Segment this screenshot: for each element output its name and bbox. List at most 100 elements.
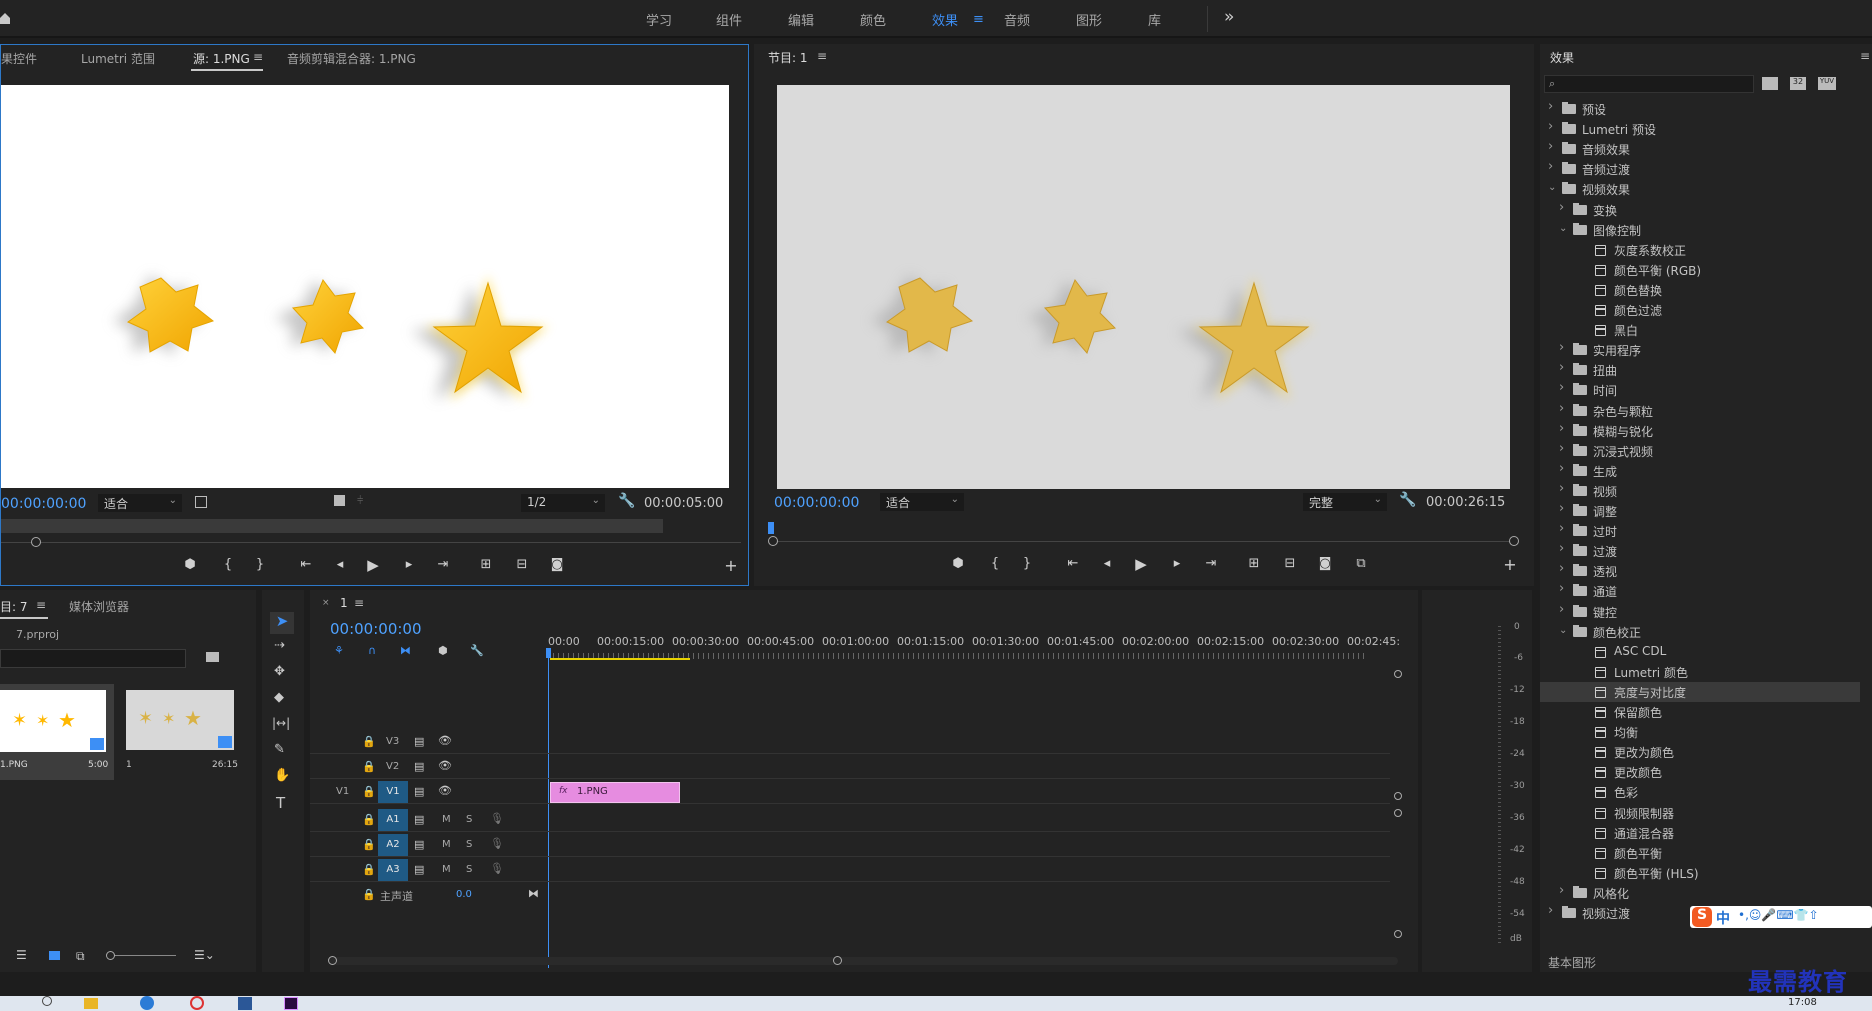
lock-icon[interactable]: 🔒 (362, 813, 376, 826)
program-timecode[interactable]: 00:00:00:00 (774, 495, 859, 511)
source-scrub-bar[interactable] (1, 519, 663, 533)
hand-tool-icon[interactable]: ✋ (274, 768, 290, 783)
32bit-effects-icon[interactable]: 32 (1790, 77, 1806, 90)
mute-button[interactable]: M (442, 864, 451, 875)
chevron-right-icon[interactable]: › (1559, 441, 1564, 456)
effects-tree-item[interactable]: 黑白 (1540, 320, 1860, 340)
workspace-tab-editing[interactable]: 编辑 (788, 10, 814, 29)
timeline-zoom-bar[interactable] (328, 957, 1398, 965)
lock-icon[interactable]: 🔒 (362, 863, 376, 876)
workspace-tab-assembly[interactable]: 组件 (716, 10, 742, 29)
effects-tree-item[interactable]: › 杂色与颗粒 (1540, 401, 1860, 421)
step-forward-button[interactable]: ▸ (399, 557, 419, 572)
solo-button[interactable]: S (466, 864, 472, 875)
chevron-right-icon[interactable]: › (1559, 340, 1564, 355)
effects-tree-item[interactable]: › 模糊与锐化 (1540, 421, 1860, 441)
icon-view-icon[interactable] (49, 951, 60, 960)
effects-tree-item[interactable]: › 变换 (1540, 200, 1860, 220)
chevron-right-icon[interactable]: › (1548, 119, 1553, 134)
track-scroll-handle[interactable] (1394, 670, 1402, 678)
project-item-2[interactable]: ✶ ✶ ★ 1 26:15 (118, 684, 240, 780)
effects-tree-item[interactable]: 灰度系数校正 (1540, 240, 1860, 260)
effects-tree-item[interactable]: › 过渡 (1540, 541, 1860, 561)
track-target-a2[interactable]: A2 (378, 834, 408, 856)
zoom-handle-right[interactable] (833, 956, 842, 965)
workspace-tab-libraries[interactable]: 库 (1148, 10, 1161, 29)
panel-menu-icon[interactable]: ≡ (1860, 49, 1870, 63)
go-to-in-button[interactable]: ⇤ (296, 557, 316, 572)
workspace-tab-learn[interactable]: 学习 (646, 10, 672, 29)
home-icon[interactable] (0, 12, 10, 24)
search-icon[interactable] (42, 996, 52, 1006)
effects-tree-item[interactable]: 颜色平衡 (RGB) (1540, 260, 1860, 280)
work-area-bar[interactable] (550, 658, 690, 660)
chevron-right-icon[interactable]: › (1559, 581, 1564, 596)
go-to-end-icon[interactable]: ⧓ (528, 887, 539, 900)
sync-lock-icon[interactable]: ▤ (414, 735, 424, 748)
tab-project[interactable]: 目: 7 (0, 598, 28, 615)
eye-icon[interactable]: 👁 (438, 784, 452, 797)
wrench-icon[interactable]: 🔧 (470, 644, 484, 657)
mark-in-button[interactable]: { (218, 557, 238, 572)
nest-icon[interactable]: ⚘ (334, 644, 344, 657)
chevron-right-icon[interactable]: › (1559, 481, 1564, 496)
zoom-slider-handle[interactable] (106, 951, 115, 960)
timeline-timecode[interactable]: 00:00:00:00 (330, 620, 422, 638)
new-bin-icon[interactable] (206, 652, 219, 662)
effects-tree-item[interactable]: › 过时 (1540, 521, 1860, 541)
workspace-tab-audio[interactable]: 音频 (1004, 10, 1030, 29)
track-select-tool-icon[interactable]: ⇢ (274, 638, 285, 653)
program-fit-dropdown[interactable]: 适合 ⌄ (880, 493, 964, 511)
sync-lock-icon[interactable]: ▤ (414, 863, 424, 876)
chevron-right-icon[interactable]: › (1559, 200, 1564, 215)
play-button[interactable]: ▶ (363, 556, 383, 574)
zoom-handle-left[interactable] (31, 537, 41, 547)
chevron-right-icon[interactable]: › (1559, 561, 1564, 576)
effects-tree-item[interactable]: 颜色平衡 (HLS) (1540, 863, 1860, 883)
tab-media-browser[interactable]: 媒体浏览器 (69, 598, 129, 615)
ime-language[interactable]: 中 (1716, 908, 1730, 928)
chevron-right-icon[interactable]: › (1559, 501, 1564, 516)
comparison-view-button[interactable]: ⧉ (1351, 556, 1371, 571)
mute-button[interactable]: M (442, 814, 451, 825)
chevron-right-icon[interactable]: › (1559, 521, 1564, 536)
safe-margins-icon[interactable] (334, 495, 345, 506)
step-back-button[interactable]: ◂ (330, 557, 350, 572)
sync-lock-icon[interactable]: ▤ (414, 813, 424, 826)
track-target-a3[interactable]: A3 (378, 859, 408, 881)
mark-in-button[interactable]: { (985, 556, 1005, 571)
razor-tool-icon[interactable]: ◆ (274, 690, 284, 705)
solo-button[interactable]: S (466, 839, 472, 850)
go-to-in-button[interactable]: ⇤ (1063, 556, 1083, 571)
effects-tree-item[interactable]: ⌄ 图像控制 (1540, 220, 1860, 240)
extract-button[interactable]: ⊟ (1280, 556, 1300, 571)
effects-tree-item[interactable]: › 调整 (1540, 501, 1860, 521)
file-explorer-icon[interactable] (84, 998, 98, 1009)
effects-tree-item[interactable]: 均衡 (1540, 722, 1860, 742)
chevron-right-icon[interactable]: › (1559, 380, 1564, 395)
program-playhead[interactable] (768, 522, 774, 534)
effects-tree-item[interactable]: › 音频效果 (1540, 139, 1860, 159)
settings-icon[interactable] (195, 496, 207, 508)
panel-menu-icon[interactable]: ≡ (253, 50, 263, 64)
step-back-button[interactable]: ◂ (1097, 556, 1117, 571)
chevron-right-icon[interactable]: › (1548, 139, 1553, 154)
source-timecode[interactable]: 00:00:00:00 (1, 496, 86, 512)
ime-icons[interactable]: •,☺🎤⌨👕⇧ (1738, 908, 1819, 922)
chevron-right-icon[interactable]: › (1559, 421, 1564, 436)
add-button[interactable]: + (1500, 555, 1520, 574)
mark-out-button[interactable]: } (1017, 556, 1037, 571)
effects-tree-item[interactable]: › 扭曲 (1540, 360, 1860, 380)
master-volume[interactable]: 0.0 (456, 889, 472, 900)
zoom-handle-left[interactable] (768, 536, 778, 546)
tab-source[interactable]: 源: 1.PNG (193, 50, 250, 67)
tab-sequence[interactable]: 1 (340, 596, 348, 610)
chevron-down-icon[interactable]: ⌄ (1559, 223, 1567, 234)
snap-icon[interactable]: ∩ (368, 644, 376, 657)
freeform-view-icon[interactable]: ⧉ (76, 949, 85, 964)
effects-tree-item[interactable]: 通道混合器 (1540, 823, 1860, 843)
effects-tree-item[interactable]: › 预设 (1540, 99, 1860, 119)
play-button[interactable]: ▶ (1131, 555, 1151, 573)
insert-button[interactable]: ⊞ (476, 557, 496, 572)
effects-tree-item[interactable]: › 沉浸式视频 (1540, 441, 1860, 461)
